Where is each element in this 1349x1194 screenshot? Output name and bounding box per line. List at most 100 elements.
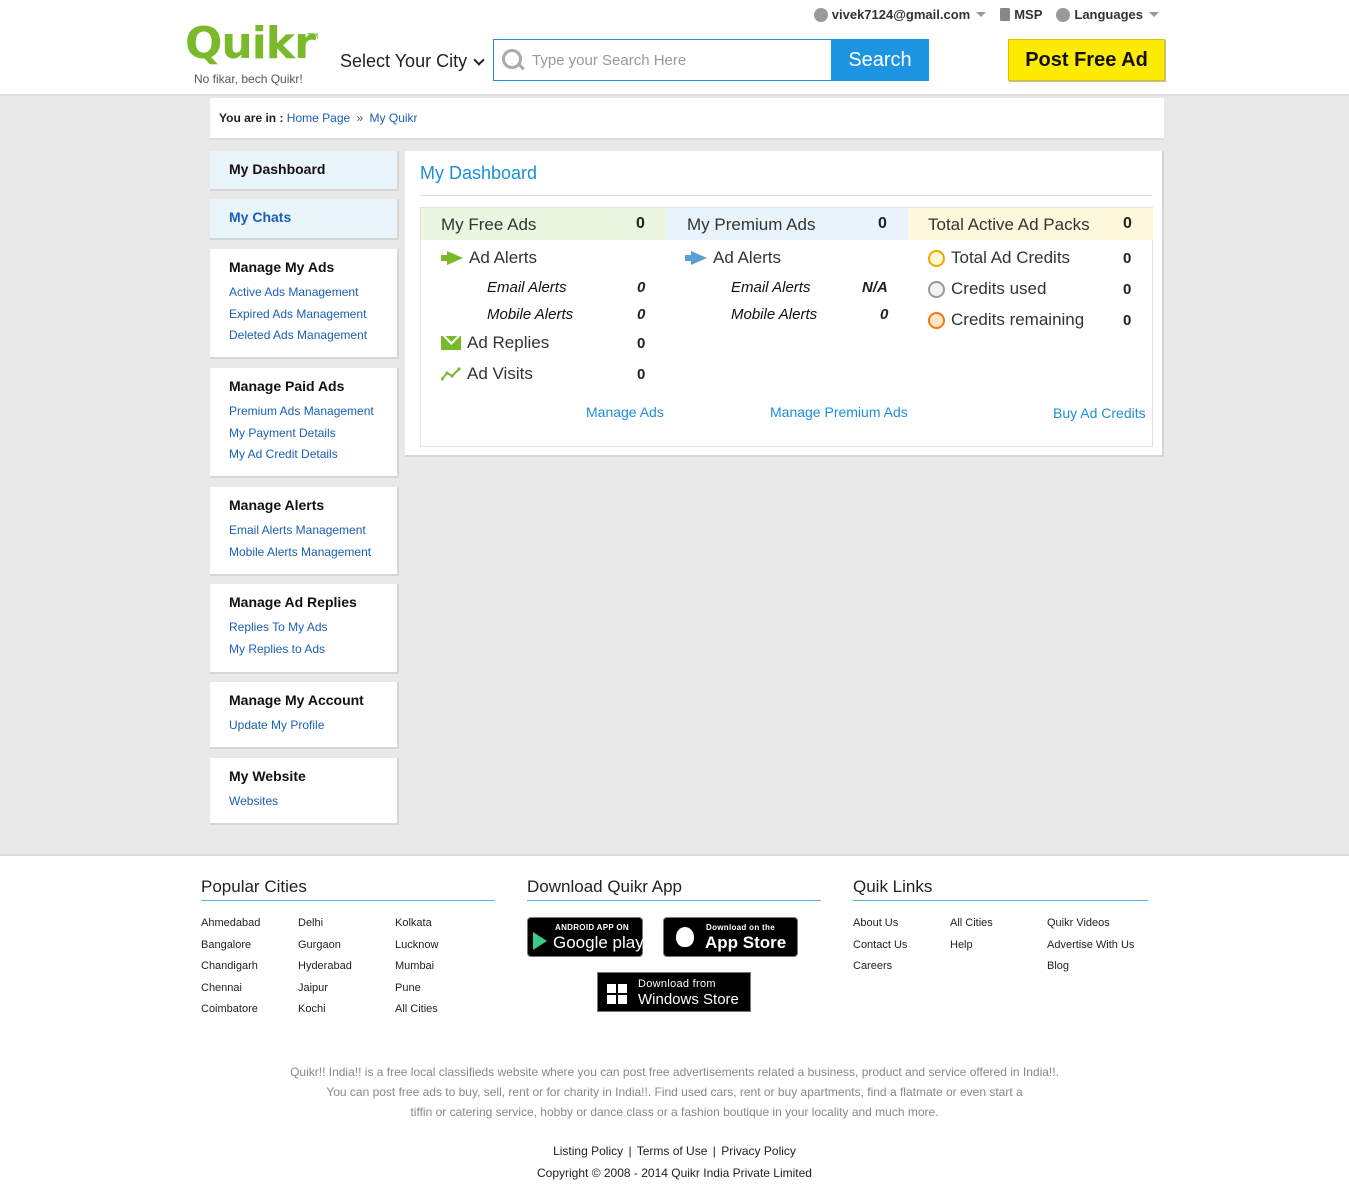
premium-ads-count: 0 bbox=[878, 215, 887, 232]
premium-ads-heading: My Premium Ads bbox=[687, 215, 816, 234]
mobile-alerts-management-link[interactable]: Mobile Alerts Management bbox=[229, 542, 397, 564]
ad-visits-label: Ad Visits bbox=[467, 364, 533, 383]
user-email: vivek7124@gmail.com bbox=[831, 7, 971, 22]
privacy-policy-link[interactable]: Privacy Policy bbox=[721, 1144, 796, 1158]
credits-used-row: Credits used bbox=[928, 279, 1046, 299]
ad-visits-row: Ad Visits bbox=[441, 364, 533, 384]
city-link[interactable]: Lucknow bbox=[395, 939, 438, 951]
user-icon bbox=[813, 7, 828, 22]
sidebar-section-title: Manage Paid Ads bbox=[229, 378, 345, 394]
premium-ads-header: My Premium Ads 0 bbox=[667, 208, 908, 240]
chevron-down-icon bbox=[473, 53, 485, 66]
premium-ads-management-link[interactable]: Premium Ads Management bbox=[229, 401, 397, 423]
careers-link[interactable]: Careers bbox=[853, 960, 892, 972]
account-links: vivek7124@gmail.com MSP Languages bbox=[813, 7, 1159, 22]
contact-us-link[interactable]: Contact Us bbox=[853, 939, 907, 951]
msp-link[interactable]: MSP bbox=[1000, 7, 1042, 22]
user-account-menu[interactable]: vivek7124@gmail.com bbox=[813, 7, 987, 22]
dashboard-panel: My Dashboard My Free Ads 0 My Premium Ad… bbox=[405, 151, 1164, 457]
deleted-ads-management-link[interactable]: Deleted Ads Management bbox=[229, 325, 397, 347]
city-link[interactable]: Mumbai bbox=[395, 960, 434, 972]
footer-divider bbox=[0, 854, 1349, 856]
city-link[interactable]: Kolkata bbox=[395, 917, 432, 929]
sidebar-dashboard-label: My Dashboard bbox=[229, 161, 326, 177]
dropdown-caret-icon bbox=[1149, 12, 1159, 17]
city-link[interactable]: Hyderabad bbox=[298, 960, 352, 972]
free-ads-count: 0 bbox=[636, 215, 645, 232]
google-play-big-text: Google play bbox=[553, 933, 644, 952]
breadcrumb-current-link[interactable]: My Quikr bbox=[370, 111, 418, 125]
city-link[interactable]: Bangalore bbox=[201, 939, 251, 951]
city-link[interactable]: Chandigarh bbox=[201, 960, 258, 972]
premium-mobile-alerts-value: 0 bbox=[880, 306, 889, 323]
search-input[interactable] bbox=[532, 51, 822, 69]
search-button[interactable]: Search bbox=[831, 39, 929, 81]
city-link[interactable]: Delhi bbox=[298, 917, 323, 929]
city-link[interactable]: Chennai bbox=[201, 982, 242, 994]
windows-store-badge[interactable]: Download from Windows Store bbox=[597, 972, 751, 1012]
update-profile-link[interactable]: Update My Profile bbox=[229, 715, 397, 737]
premium-ad-alerts-row: Ad Alerts bbox=[685, 248, 781, 268]
legal-separator: | bbox=[628, 1144, 632, 1158]
buy-ad-credits-link[interactable]: Buy Ad Credits bbox=[1053, 405, 1146, 421]
divider bbox=[201, 900, 495, 901]
city-selector-label: Select Your City bbox=[340, 51, 468, 71]
languages-label: Languages bbox=[1074, 7, 1143, 22]
quikr-logo[interactable]: Quikr TM No fikar, bech Quikr! bbox=[185, 18, 319, 88]
websites-link[interactable]: Websites bbox=[229, 791, 397, 813]
expired-ads-management-link[interactable]: Expired Ads Management bbox=[229, 304, 397, 326]
total-credits-label: Total Ad Credits bbox=[951, 248, 1071, 267]
app-store-badge[interactable]: Download on the App Store bbox=[663, 917, 798, 957]
about-line: You can post free ads to buy, sell, rent… bbox=[326, 1085, 1023, 1099]
sidebar-chats-label: My Chats bbox=[229, 209, 292, 225]
sidebar-section-title: Manage My Ads bbox=[229, 259, 335, 275]
advertise-link[interactable]: Advertise With Us bbox=[1047, 939, 1134, 951]
replies-to-my-ads-link[interactable]: Replies To My Ads bbox=[229, 617, 397, 639]
google-play-icon bbox=[533, 932, 547, 950]
city-link[interactable]: Pune bbox=[395, 982, 421, 994]
city-link[interactable]: Gurgaon bbox=[298, 939, 341, 951]
credits-used-icon bbox=[928, 280, 945, 298]
sidebar-section-ad-replies: Manage Ad Replies Replies To My Ads My R… bbox=[210, 584, 399, 674]
sidebar-section-title: Manage Ad Replies bbox=[229, 594, 357, 610]
city-selector[interactable]: Select Your City bbox=[340, 51, 485, 72]
about-us-link[interactable]: About Us bbox=[853, 917, 898, 929]
city-link[interactable]: Jaipur bbox=[298, 982, 328, 994]
city-link[interactable]: Ahmedabad bbox=[201, 917, 260, 929]
google-play-badge[interactable]: ANDROID APP ON Google play bbox=[527, 917, 644, 957]
city-link[interactable]: Coimbatore bbox=[201, 1003, 258, 1015]
breadcrumb-home-link[interactable]: Home Page bbox=[287, 111, 350, 125]
post-free-ad-button[interactable]: Post Free Ad bbox=[1008, 39, 1165, 81]
active-ads-management-link[interactable]: Active Ads Management bbox=[229, 282, 397, 304]
email-alerts-management-link[interactable]: Email Alerts Management bbox=[229, 520, 397, 542]
all-cities-link[interactable]: All Cities bbox=[950, 917, 993, 929]
total-credits-value: 0 bbox=[1123, 250, 1132, 267]
ad-credit-details-link[interactable]: My Ad Credit Details bbox=[229, 444, 397, 466]
manage-premium-ads-link[interactable]: Manage Premium Ads bbox=[770, 404, 908, 420]
about-line: tiffin or catering service, hobby or dan… bbox=[410, 1105, 939, 1119]
quik-links-title: Quik Links bbox=[853, 877, 933, 896]
sidebar-section-alerts: Manage Alerts Email Alerts Management Mo… bbox=[210, 487, 399, 576]
city-link[interactable]: Kochi bbox=[298, 1003, 326, 1015]
listing-policy-link[interactable]: Listing Policy bbox=[553, 1144, 623, 1158]
city-link[interactable]: All Cities bbox=[395, 1003, 438, 1015]
app-store-small-text: Download on the bbox=[706, 923, 775, 932]
ad-visits-value: 0 bbox=[637, 366, 646, 383]
sidebar-item-dashboard[interactable]: My Dashboard bbox=[210, 151, 399, 191]
logo-trademark: TM bbox=[307, 32, 319, 41]
breadcrumb-separator: » bbox=[356, 111, 364, 125]
languages-menu[interactable]: Languages bbox=[1056, 7, 1159, 22]
free-email-alerts-value: 0 bbox=[637, 279, 646, 296]
payment-details-link[interactable]: My Payment Details bbox=[229, 423, 397, 445]
blog-link[interactable]: Blog bbox=[1047, 960, 1069, 972]
my-replies-to-ads-link[interactable]: My Replies to Ads bbox=[229, 639, 397, 661]
help-link[interactable]: Help bbox=[950, 939, 973, 951]
dropdown-caret-icon bbox=[976, 12, 987, 17]
terms-of-use-link[interactable]: Terms of Use bbox=[637, 1144, 708, 1158]
sidebar-section-title: Manage Alerts bbox=[229, 497, 325, 513]
manage-ads-link[interactable]: Manage Ads bbox=[586, 404, 664, 420]
sidebar-section-manage-ads: Manage My Ads Active Ads Management Expi… bbox=[210, 249, 399, 359]
sidebar-item-chats[interactable]: My Chats bbox=[210, 199, 399, 240]
credits-remaining-label: Credits remaining bbox=[951, 310, 1085, 329]
quikr-videos-link[interactable]: Quikr Videos bbox=[1047, 917, 1110, 929]
